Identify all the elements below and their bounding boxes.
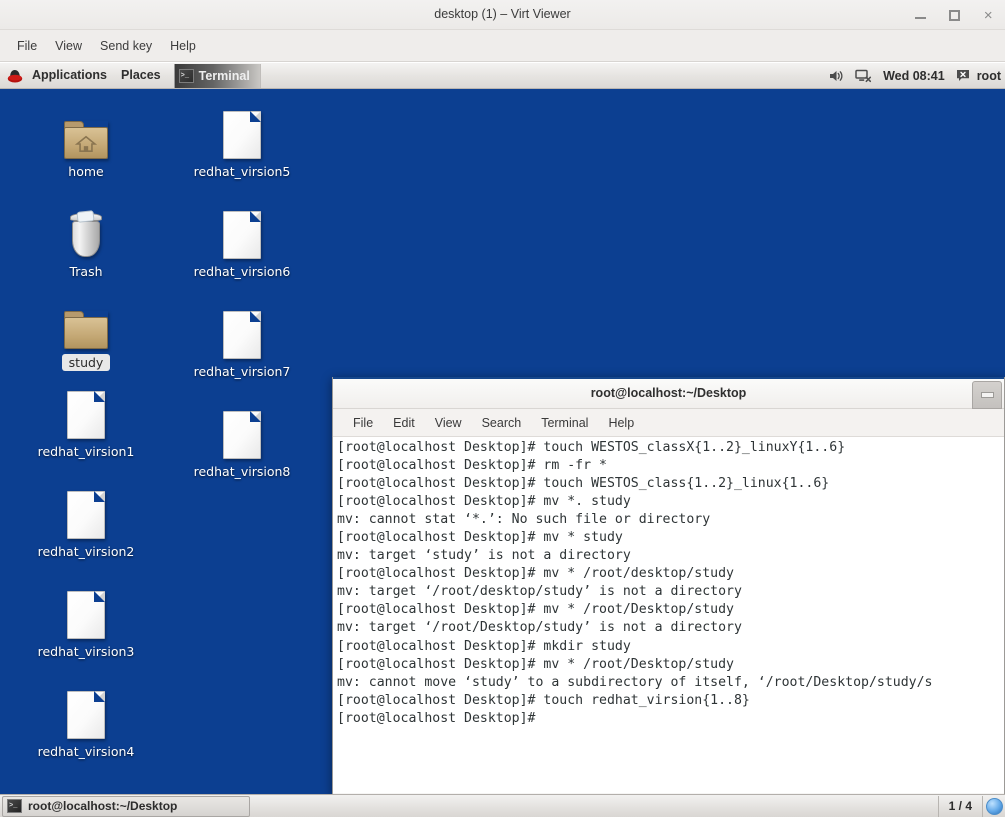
file-icon (67, 687, 105, 739)
folder-icon (64, 297, 108, 349)
terminal-window: root@localhost:~/Desktop File Edit View … (332, 377, 1005, 795)
desktop-icon-label: redhat_virsion4 (37, 744, 135, 759)
terminal-line: mv: cannot move ‘study’ to a subdirector… (337, 674, 933, 690)
terminal-line: mv: target ‘study’ is not a directory (337, 548, 631, 564)
desktop-icon-label: redhat_virsion1 (37, 444, 135, 459)
terminal-line: [root@localhost Desktop]# touch WESTOS_c… (337, 476, 830, 492)
viewer-window-controls: × (903, 0, 1005, 30)
viewer-title: desktop (1) – Virt Viewer (434, 7, 571, 21)
file-icon (67, 487, 105, 539)
desktop-icon-label: redhat_virsion7 (193, 364, 291, 379)
file-icon (223, 307, 261, 359)
terminal-menu-file[interactable]: File (343, 414, 383, 432)
viewer-maximize-button[interactable] (937, 0, 971, 30)
volume-icon[interactable] (824, 69, 850, 83)
desktop-icon-label: redhat_virsion6 (193, 264, 291, 279)
terminal-menu-terminal[interactable]: Terminal (531, 414, 598, 432)
terminal-icon: >_ (178, 68, 194, 83)
terminal-output[interactable]: [root@localhost Desktop]# touch WESTOS_c… (333, 437, 1004, 793)
desktop-icon-label: Trash (69, 264, 103, 279)
viewer-titlebar: desktop (1) – Virt Viewer × (0, 0, 1005, 30)
menu-applications[interactable]: Applications (25, 63, 114, 88)
viewer-menu-view[interactable]: View (46, 36, 91, 56)
desktop-icon-home[interactable]: home (30, 107, 142, 179)
terminal-menu-help[interactable]: Help (598, 414, 644, 432)
terminal-icon: >_ (7, 799, 22, 813)
terminal-line: mv: target ‘/root/Desktop/study’ is not … (337, 620, 742, 636)
desktop-icon-trash[interactable]: Trash (30, 207, 142, 279)
desktop-icon-study[interactable]: study (30, 297, 142, 371)
desktop-icon-label: redhat_virsion3 (37, 644, 135, 659)
user-status-icon[interactable] (951, 69, 975, 82)
desktop-icon-redhat-virsion2[interactable]: redhat_virsion2 (30, 487, 142, 559)
viewer-menu-file[interactable]: File (8, 36, 46, 56)
file-icon (67, 587, 105, 639)
desktop-icon-redhat-virsion7[interactable]: redhat_virsion7 (186, 307, 298, 379)
desktop-icon-redhat-virsion6[interactable]: redhat_virsion6 (186, 207, 298, 279)
desktop-icon-redhat-virsion4[interactable]: redhat_virsion4 (30, 687, 142, 759)
terminal-menu-edit[interactable]: Edit (383, 414, 425, 432)
redhat-logo-icon (0, 63, 25, 89)
terminal-menu-view[interactable]: View (425, 414, 472, 432)
desktop-icon-label: redhat_virsion8 (193, 464, 291, 479)
folder-home-icon (64, 107, 108, 159)
terminal-line: [root@localhost Desktop]# touch WESTOS_c… (337, 440, 846, 455)
desktop-icon-redhat-virsion8[interactable]: redhat_virsion8 (186, 407, 298, 479)
taskbar-window-label: root@localhost:~/Desktop (28, 799, 178, 813)
viewer-close-button[interactable]: × (971, 0, 1005, 30)
trash-icon (66, 207, 106, 259)
desktop-icon-label: study (61, 354, 111, 371)
desktop-icon-label: home (68, 164, 104, 179)
top-panel-left: Applications Places >_ Terminal (0, 63, 261, 89)
file-icon (223, 407, 261, 459)
workspace-switcher[interactable]: 1 / 4 (937, 795, 983, 817)
show-desktop-icon[interactable] (983, 795, 1005, 817)
gnome-top-panel: Applications Places >_ Terminal Wed 08:4… (0, 63, 1005, 89)
terminal-line: [root@localhost Desktop]# rm -fr * (337, 458, 607, 474)
terminal-title: root@localhost:~/Desktop (590, 386, 747, 400)
terminal-line: [root@localhost Desktop]# touch redhat_v… (337, 692, 750, 708)
terminal-line: [root@localhost Desktop]# mv * /root/Des… (337, 656, 734, 672)
desktop-icon-redhat-virsion3[interactable]: redhat_virsion3 (30, 587, 142, 659)
terminal-line: [root@localhost Desktop]# mv * study (337, 530, 623, 546)
terminal-line: [root@localhost Desktop]# mv * /root/des… (337, 566, 734, 582)
terminal-minimize-button[interactable] (972, 381, 1002, 409)
taskbar-window-item[interactable]: >_ root@localhost:~/Desktop (2, 795, 250, 817)
desktop-icon-redhat-virsion5[interactable]: redhat_virsion5 (186, 107, 298, 179)
terminal-line: mv: target ‘/root/desktop/study’ is not … (337, 584, 742, 600)
menu-places[interactable]: Places (114, 63, 168, 88)
terminal-titlebar[interactable]: root@localhost:~/Desktop (333, 377, 1004, 409)
network-disconnected-icon[interactable] (850, 69, 877, 83)
desktop-icon-redhat-virsion1[interactable]: redhat_virsion1 (30, 387, 142, 459)
viewer-menubar: File View Send key Help (0, 30, 1005, 62)
viewer-menu-send-key[interactable]: Send key (91, 36, 161, 56)
desktop-icon-label: redhat_virsion2 (37, 544, 135, 559)
file-icon (67, 387, 105, 439)
window-list-item-terminal[interactable]: >_ Terminal (173, 63, 261, 88)
terminal-line: [root@localhost Desktop]# mv * /root/Des… (337, 602, 734, 618)
desktop-icon-label: redhat_virsion5 (193, 164, 291, 179)
terminal-line: [root@localhost Desktop]# mkdir study (337, 638, 631, 654)
viewer-menu-help[interactable]: Help (161, 36, 205, 56)
clock[interactable]: Wed 08:41 (877, 69, 951, 83)
terminal-menubar: File Edit View Search Terminal Help (333, 409, 1004, 437)
terminal-line: [root@localhost Desktop]# mv *. study (337, 494, 631, 510)
user-menu[interactable]: root (975, 69, 1005, 83)
window-list-item-label: Terminal (198, 68, 250, 83)
file-icon (223, 107, 261, 159)
viewer-minimize-button[interactable] (903, 0, 937, 30)
taskbar-right: 1 / 4 (937, 795, 1005, 817)
file-icon (223, 207, 261, 259)
terminal-line: [root@localhost Desktop]# (337, 710, 536, 726)
terminal-line: mv: cannot stat ‘*.’: No such file or di… (337, 512, 711, 528)
gnome-bottom-panel: >_ root@localhost:~/Desktop 1 / 4 (0, 794, 1005, 817)
virt-viewer-window: desktop (1) – Virt Viewer × File View Se… (0, 0, 1005, 817)
terminal-menu-search[interactable]: Search (472, 414, 532, 432)
top-panel-right: Wed 08:41 root (824, 63, 1005, 89)
